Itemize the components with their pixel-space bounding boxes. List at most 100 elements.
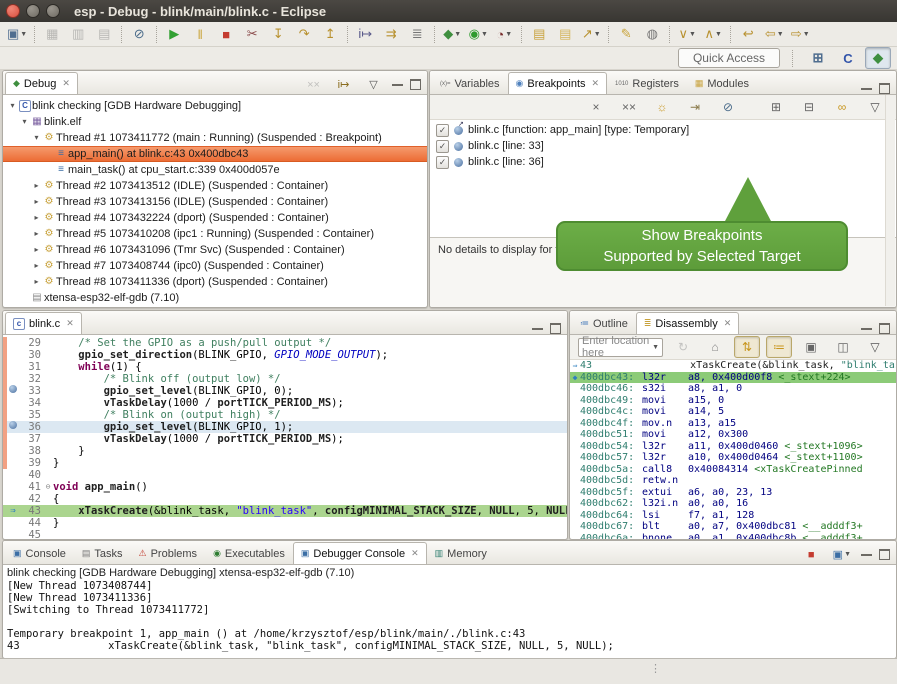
- tab-console[interactable]: ▣Console: [5, 542, 74, 564]
- tab-disassembly[interactable]: ≣Disassembly✕: [636, 312, 739, 334]
- expand-all-icon[interactable]: ⊞: [763, 96, 789, 118]
- breakpoint-row[interactable]: ✓blink.c [function: app_main] [type: Tem…: [430, 122, 896, 138]
- breakpoint-row[interactable]: ✓blink.c [line: 36]: [430, 154, 896, 170]
- save-all-icon[interactable]: ▥: [65, 23, 91, 45]
- step-filters-icon[interactable]: ⇉: [378, 23, 404, 45]
- tab-memory[interactable]: ▥Memory: [427, 542, 495, 564]
- minimize-view-icon[interactable]: [861, 84, 872, 90]
- code-line[interactable]: 42{: [3, 493, 567, 505]
- code-line[interactable]: 37 vTaskDelay(1000 / portTICK_PERIOD_MS)…: [3, 433, 567, 445]
- minimize-button[interactable]: [26, 4, 40, 18]
- chevron-down-icon[interactable]: ▼: [652, 344, 659, 351]
- instruction-stepping-toggle-icon[interactable]: i↦: [332, 75, 355, 94]
- disconnect-icon[interactable]: ✂: [239, 23, 265, 45]
- code-line[interactable]: 41⊖void app_main(): [3, 481, 567, 493]
- debug-tree-item[interactable]: ▾⚙Thread #1 1073411772 (main : Running) …: [3, 130, 427, 146]
- close-icon[interactable]: ✕: [724, 318, 732, 329]
- open-perspective-icon[interactable]: ⊞: [805, 47, 831, 69]
- pin-view-icon[interactable]: ◫: [830, 336, 856, 358]
- cpp-perspective-icon[interactable]: C: [835, 47, 861, 69]
- disassembly-row[interactable]: 400dbc4c:movia14, 5: [570, 406, 896, 418]
- chevron-down-icon[interactable]: ▼: [777, 31, 784, 38]
- tree-expander[interactable]: ▸: [31, 242, 42, 258]
- stack-frame-item[interactable]: ≡app_main() at blink.c:43 0x400dbc43: [3, 146, 427, 162]
- disassembly-row[interactable]: 400dbc5a:call80x40084314 <xTaskCreatePin…: [570, 464, 896, 476]
- instruction-stepping-icon[interactable]: i↦: [352, 23, 378, 45]
- drag-handle[interactable]: ⋮: [650, 662, 661, 675]
- disassembly-row[interactable]: 400dbc5f:extuia6, a0, 23, 13: [570, 487, 896, 499]
- debug-tree-item[interactable]: ▾Cblink checking [GDB Hardware Debugging…: [3, 98, 427, 114]
- console-output[interactable]: [New Thread 1073408744][New Thread 10734…: [3, 580, 896, 652]
- debug-tree-item[interactable]: ▸⚙Thread #5 1073410208 (ipc1 : Running) …: [3, 226, 427, 242]
- step-over-icon[interactable]: ↷: [291, 23, 317, 45]
- last-edit-location-icon[interactable]: ↩: [735, 23, 761, 45]
- tree-expander[interactable]: ▸: [31, 274, 42, 290]
- disassembly-row[interactable]: 400dbc6a:bnonea0, a1, 0x400dbc8b <__addd…: [570, 533, 896, 541]
- view-menu-icon[interactable]: ▽: [362, 75, 385, 94]
- flash-target-icon[interactable]: ↗▼: [578, 23, 604, 45]
- code-line[interactable]: 40: [3, 469, 567, 481]
- breakpoint-checkbox[interactable]: ✓: [436, 124, 449, 137]
- code-line[interactable]: 34 vTaskDelay(1000 / portTICK_PERIOD_MS)…: [3, 397, 567, 409]
- display-console-icon[interactable]: ▣▼: [830, 545, 854, 564]
- link-with-debug-icon[interactable]: ∞: [829, 96, 855, 118]
- feather-icon[interactable]: ✎: [613, 23, 639, 45]
- debug-button[interactable]: ◆▼: [439, 23, 465, 45]
- tab-registers[interactable]: 1010Registers: [607, 72, 687, 94]
- trace-control-icon[interactable]: ≣: [404, 23, 430, 45]
- new-wizard-icon[interactable]: ▣▼: [4, 23, 30, 45]
- close-icon[interactable]: ✕: [592, 78, 600, 89]
- code-line[interactable]: 35 /* Blink on (output high) */: [3, 409, 567, 421]
- debug-tree-item[interactable]: ▾▦blink.elf: [3, 114, 427, 130]
- code-line[interactable]: 36 gpio_set_level(BLINK_GPIO, 1);: [3, 421, 567, 433]
- terminate-console-icon[interactable]: ■: [800, 545, 823, 564]
- code-editor[interactable]: 29 /* Set the GPIO as a push/pull output…: [3, 335, 567, 540]
- debug-tree-item[interactable]: ▸⚙Thread #8 1073411336 (dport) (Suspende…: [3, 274, 427, 290]
- tree-expander[interactable]: ▸: [31, 194, 42, 210]
- minimize-view-icon[interactable]: [532, 324, 543, 330]
- import-folder-icon[interactable]: ▤: [552, 23, 578, 45]
- disassembly-row[interactable]: 400dbc5d:retw.n: [570, 475, 896, 487]
- back-icon[interactable]: ⇦▼: [761, 23, 787, 45]
- print-icon[interactable]: ▤: [91, 23, 117, 45]
- code-line[interactable]: 31 while(1) {: [3, 361, 567, 373]
- quick-access-button[interactable]: Quick Access: [678, 48, 780, 68]
- code-line[interactable]: 45: [3, 529, 567, 540]
- code-line[interactable]: 44}: [3, 517, 567, 529]
- refresh-icon[interactable]: ↻: [670, 336, 696, 358]
- step-return-icon[interactable]: ↥: [317, 23, 343, 45]
- fold-marker[interactable]: ⊖: [43, 481, 53, 493]
- prev-annotation-icon[interactable]: ∧▼: [700, 23, 726, 45]
- breakpoint-marker[interactable]: [7, 385, 19, 397]
- tree-expander[interactable]: ▾: [19, 114, 30, 130]
- close-icon[interactable]: ✕: [411, 548, 419, 559]
- close-icon[interactable]: ✕: [62, 78, 70, 89]
- disassembly-row[interactable]: 400dbc64:lsif7, a1, 128: [570, 510, 896, 522]
- chevron-down-icon[interactable]: ▼: [689, 31, 696, 38]
- show-supported-breakpoints-icon[interactable]: ☼: [649, 96, 675, 118]
- open-folder-icon[interactable]: ▤: [526, 23, 552, 45]
- disassembly-row[interactable]: ◆400dbc43:l32ra8, 0x400d00f8 <_stext+224…: [570, 372, 896, 384]
- run-button[interactable]: ◉▼: [465, 23, 491, 45]
- minimize-view-icon[interactable]: [861, 324, 872, 330]
- breakpoint-checkbox[interactable]: ✓: [436, 140, 449, 153]
- tab-executables[interactable]: ◉Executables: [205, 542, 293, 564]
- remove-all-terminated-icon[interactable]: ××: [302, 75, 325, 94]
- home-icon[interactable]: ⌂: [702, 336, 728, 358]
- tab-variables[interactable]: (x)=Variables: [432, 72, 508, 94]
- view-menu-icon[interactable]: ▽: [862, 336, 888, 358]
- debug-perspective-icon[interactable]: ◆: [865, 47, 891, 69]
- step-into-icon[interactable]: ↧: [265, 23, 291, 45]
- chevron-down-icon[interactable]: ▼: [844, 551, 851, 558]
- chevron-down-icon[interactable]: ▼: [715, 31, 722, 38]
- tab-blink-c[interactable]: c blink.c ✕: [5, 312, 82, 334]
- suspend-icon[interactable]: ‖: [187, 23, 213, 45]
- maximize-view-icon[interactable]: [550, 323, 561, 334]
- remove-breakpoint-icon[interactable]: ×: [583, 96, 609, 118]
- tab-tasks[interactable]: ▤Tasks: [74, 542, 131, 564]
- tab-debug[interactable]: ◆ Debug ✕: [5, 72, 78, 94]
- terminate-icon[interactable]: ■: [213, 23, 239, 45]
- code-line[interactable]: ⇒43 xTaskCreate(&blink_task, "blink_task…: [3, 505, 567, 517]
- disassembly-row[interactable]: 400dbc62:l32i.na0, a0, 16: [570, 498, 896, 510]
- disassembly-row[interactable]: 400dbc4f:mov.na13, a15: [570, 418, 896, 430]
